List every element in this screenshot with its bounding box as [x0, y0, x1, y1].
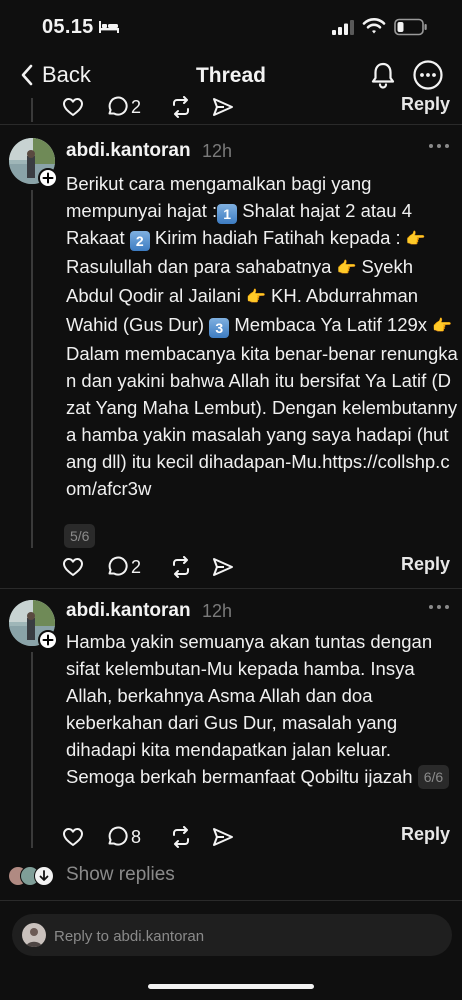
reply-count: 2: [131, 96, 142, 117]
reply-count: 2: [131, 556, 142, 577]
post-timestamp: 12h: [202, 141, 233, 161]
post-timestamp: 12h: [202, 601, 233, 621]
battery-icon: [394, 18, 427, 36]
post-link-text: Dalam membacanya kita benar-benar renung…: [66, 343, 458, 499]
repost-icon: [173, 96, 189, 118]
like-button[interactable]: [62, 826, 84, 848]
user-avatar-icon: [22, 923, 46, 947]
pointing-hand-icon: 👉: [405, 231, 426, 248]
follow-plus-icon[interactable]: [38, 168, 58, 188]
reply-input[interactable]: [52, 914, 436, 958]
follow-plus-icon[interactable]: [38, 630, 58, 650]
post-username[interactable]: abdi.kantoran: [66, 600, 191, 622]
more-options-icon[interactable]: [412, 59, 444, 91]
page-indicator: 5/6: [64, 524, 96, 548]
bed-icon: [99, 21, 119, 33]
reply-avatars: [8, 864, 60, 886]
like-button[interactable]: [62, 96, 84, 118]
pointing-hand-icon: 👉: [336, 260, 357, 277]
show-replies-button[interactable]: Show replies: [8, 860, 308, 890]
comment-icon: [108, 96, 128, 116]
repost-button[interactable]: [170, 556, 192, 578]
show-replies-label: Show replies: [66, 864, 175, 885]
reply-composer[interactable]: [12, 914, 452, 958]
divider: [0, 588, 462, 589]
status-time: 05.15: [42, 16, 94, 38]
status-bar: 05.15: [0, 0, 462, 50]
pointing-hand-icon: 👉: [432, 318, 453, 335]
share-button[interactable]: [212, 556, 234, 578]
share-button[interactable]: [212, 826, 234, 848]
comment-icon: [108, 556, 128, 576]
like-button[interactable]: [62, 556, 84, 578]
divider: [0, 124, 462, 125]
page-indicator: 6/6: [417, 765, 450, 789]
post-body: Hamba yakin semuanya akan tuntas dengan …: [66, 628, 458, 790]
thread-line: [31, 190, 33, 548]
reply-button[interactable]: Reply: [401, 94, 450, 115]
comment-button[interactable]: 8: [106, 826, 141, 848]
ellipsis-icon[interactable]: [428, 141, 450, 151]
repost-button[interactable]: [170, 96, 192, 118]
composer-avatar: [22, 923, 46, 947]
thread-line: [31, 652, 33, 848]
wifi-icon: [362, 18, 386, 34]
keycap-three-icon: 3: [209, 318, 230, 338]
heart-icon: [63, 558, 83, 576]
send-icon: [213, 828, 233, 846]
repost-button[interactable]: [170, 826, 192, 848]
reply-count: 8: [131, 826, 142, 847]
chevron-down-icon: [34, 866, 54, 886]
send-icon: [213, 558, 233, 576]
divider: [0, 900, 462, 901]
post-body: Berikut cara mengamalkan bagi yang mempu…: [66, 173, 458, 499]
comment-button[interactable]: 2: [106, 556, 141, 578]
cellular-signal-icon: [332, 20, 354, 35]
keycap-one-icon: 1: [217, 204, 238, 224]
post-actions: 8 Reply: [62, 820, 452, 854]
post-username[interactable]: abdi.kantoran: [66, 140, 191, 162]
repost-icon: [173, 826, 189, 848]
repost-icon: [173, 556, 189, 578]
comment-icon: [108, 826, 128, 846]
heart-icon: [63, 828, 83, 846]
comment-button[interactable]: 2: [106, 96, 141, 118]
reply-button[interactable]: Reply: [401, 554, 450, 575]
post-actions: 2 Reply: [62, 550, 452, 584]
share-button[interactable]: [212, 96, 234, 118]
heart-icon: [63, 98, 83, 116]
post-actions: 2 Reply: [62, 90, 452, 124]
send-icon: [213, 98, 233, 116]
bell-icon[interactable]: [368, 60, 398, 90]
keycap-two-icon: 2: [129, 231, 150, 251]
home-indicator: [148, 984, 314, 989]
pointing-hand-icon: 👉: [245, 289, 266, 306]
reply-button[interactable]: Reply: [401, 824, 450, 845]
ellipsis-icon[interactable]: [428, 602, 450, 612]
thread-line: [31, 98, 33, 122]
